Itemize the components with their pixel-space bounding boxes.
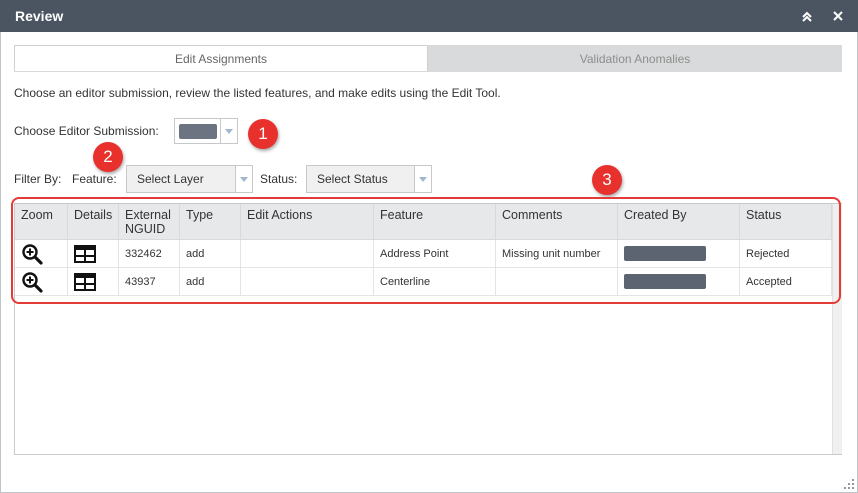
column-header-type[interactable]: Type xyxy=(180,204,241,239)
cell-created-by xyxy=(618,268,740,295)
submission-select[interactable] xyxy=(174,118,238,144)
feature-label: Feature: xyxy=(72,172,117,186)
column-header-nguid[interactable]: External NGUID xyxy=(119,204,180,239)
redacted-value xyxy=(179,124,217,139)
resize-grip-icon[interactable] xyxy=(843,478,855,493)
close-icon[interactable] xyxy=(827,5,849,27)
cell-created-by xyxy=(618,240,740,267)
column-header-zoom[interactable]: Zoom xyxy=(15,204,68,239)
grid-scrollbar[interactable] xyxy=(832,204,842,454)
grid-header: Zoom Details External NGUID Type Edit Ac… xyxy=(15,204,832,240)
filter-label: Filter By: xyxy=(14,172,62,186)
column-header-created-by[interactable]: Created By xyxy=(618,204,740,239)
chevron-down-icon[interactable] xyxy=(220,119,237,143)
window-title: Review xyxy=(15,8,64,24)
callout-badge-2: 2 xyxy=(93,142,123,172)
status-select[interactable]: Select Status xyxy=(306,165,432,193)
callout-badge-1: 1 xyxy=(248,119,278,149)
cell-edit-actions xyxy=(241,268,374,295)
redacted-value xyxy=(624,274,706,289)
column-header-details[interactable]: Details xyxy=(68,204,119,239)
cell-nguid: 332462 xyxy=(119,240,180,267)
feature-select[interactable]: Select Layer xyxy=(126,165,253,193)
title-bar: Review xyxy=(0,0,858,32)
feature-select-value: Select Layer xyxy=(137,172,204,186)
column-header-feature[interactable]: Feature xyxy=(374,204,496,239)
redacted-value xyxy=(624,246,706,261)
tab-divider xyxy=(14,71,842,72)
tab-validation-anomalies[interactable]: Validation Anomalies xyxy=(428,45,842,72)
cell-edit-actions xyxy=(241,240,374,267)
cell-type: add xyxy=(180,268,241,295)
cell-comments: Missing unit number xyxy=(496,240,618,267)
double-chevron-up-icon[interactable] xyxy=(796,5,818,27)
zoom-in-icon[interactable] xyxy=(15,268,68,295)
submission-label: Choose Editor Submission: xyxy=(14,124,159,138)
table-icon[interactable] xyxy=(68,240,119,267)
column-header-comments[interactable]: Comments xyxy=(496,204,618,239)
column-header-status[interactable]: Status xyxy=(740,204,832,239)
table-row: 332462 add Address Point Missing unit nu… xyxy=(15,240,832,268)
tab-edit-assignments[interactable]: Edit Assignments xyxy=(14,45,428,72)
chevron-down-icon[interactable] xyxy=(414,166,431,192)
callout-badge-3: 3 xyxy=(592,165,622,195)
submission-grid: Zoom Details External NGUID Type Edit Ac… xyxy=(14,203,842,455)
table-row: 43937 add Centerline Accepted xyxy=(15,268,832,296)
chevron-down-icon[interactable] xyxy=(235,166,252,192)
cell-nguid: 43937 xyxy=(119,268,180,295)
cell-status: Accepted xyxy=(740,268,832,295)
cell-feature: Address Point xyxy=(374,240,496,267)
cell-status: Rejected xyxy=(740,240,832,267)
zoom-in-icon[interactable] xyxy=(15,240,68,267)
status-select-value: Select Status xyxy=(317,172,388,186)
column-header-edit-actions[interactable]: Edit Actions xyxy=(241,204,374,239)
cell-feature: Centerline xyxy=(374,268,496,295)
cell-comments xyxy=(496,268,618,295)
table-icon[interactable] xyxy=(68,268,119,295)
cell-type: add xyxy=(180,240,241,267)
instructions-text: Choose an editor submission, review the … xyxy=(14,86,501,100)
status-label: Status: xyxy=(260,172,298,186)
